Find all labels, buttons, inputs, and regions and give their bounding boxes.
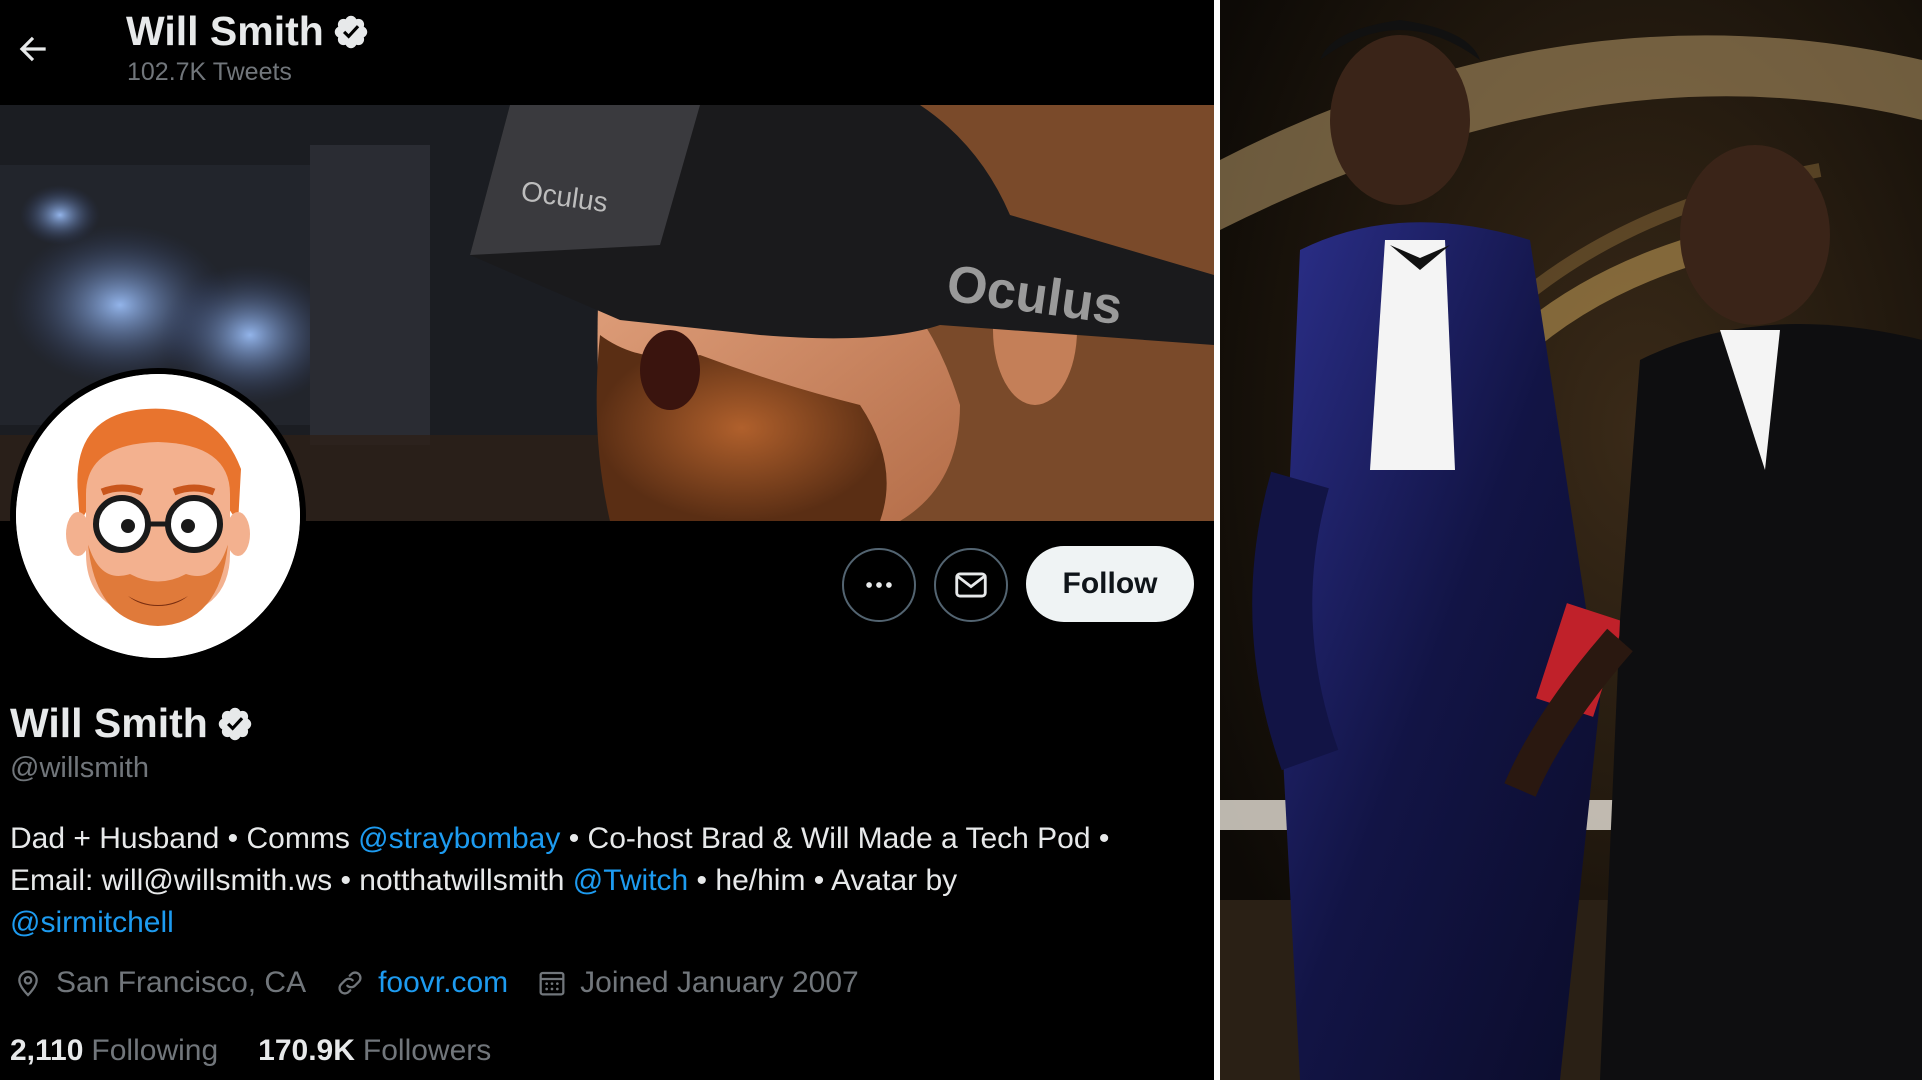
mention-link-straybombay[interactable]: @straybombay [358, 822, 560, 855]
profile-name: Will Smith [10, 700, 254, 747]
location-pin-icon [18, 970, 38, 997]
arrow-left-icon[interactable] [14, 30, 52, 68]
bio-line-3: @sirmitchell [10, 902, 1200, 944]
joined-item: Joined January 2007 [536, 966, 859, 1000]
avatar[interactable] [10, 368, 306, 664]
header-name: Will Smith [126, 8, 324, 54]
profile-meta: San Francisco, CA foovr.com Joined Janua… [12, 966, 887, 1000]
bio-text: Dad + Husband • Comms [10, 822, 359, 855]
follow-button[interactable]: Follow [1026, 546, 1194, 622]
event-photo [1220, 0, 1922, 1080]
twitter-profile-panel: Will Smith 102.7K Tweets Oculus Oculus F… [0, 0, 1214, 1080]
mention-link-twitch[interactable]: @Twitch [573, 864, 688, 897]
message-button[interactable] [934, 548, 1008, 622]
more-horizontal-icon [866, 582, 892, 588]
bio-text: • Co-host Brad & Will Made a Tech Pod • [560, 822, 1110, 855]
profile-display-name: Will Smith [10, 700, 208, 746]
location-item: San Francisco, CA [12, 966, 306, 1000]
link-icon [338, 971, 362, 995]
joined-text: Joined January 2007 [580, 966, 859, 999]
bio-line-1: Dad + Husband • Comms @straybombay • Co-… [10, 818, 1200, 860]
bio-text: Email: will@willsmith.ws • notthatwillsm… [10, 864, 573, 897]
followers-stat[interactable]: 170.9K Followers [258, 1034, 491, 1068]
bio-line-2: Email: will@willsmith.ws • notthatwillsm… [10, 860, 1200, 902]
website-link[interactable]: foovr.com [378, 966, 508, 1000]
calendar-icon [539, 971, 565, 996]
more-options-button[interactable] [842, 548, 916, 622]
tweet-count: 102.7K Tweets [127, 58, 292, 86]
stage-photo-image [1220, 0, 1922, 1080]
followers-count: 170.9K [258, 1034, 355, 1067]
profile-handle: @willsmith [10, 752, 149, 784]
cartoon-avatar-icon [16, 374, 300, 658]
mention-link-sirmitchell[interactable]: @sirmitchell [10, 906, 174, 939]
following-stat[interactable]: 2,110 Following [10, 1034, 218, 1068]
following-count: 2,110 [10, 1034, 84, 1067]
profile-bio: Dad + Husband • Comms @straybombay • Co-… [10, 818, 1200, 944]
follow-stats: 2,110 Following 170.9K Followers [10, 1034, 531, 1068]
verified-badge-icon [218, 707, 252, 740]
location-text: San Francisco, CA [56, 966, 307, 999]
following-label: Following [91, 1034, 219, 1067]
top-bar: Will Smith 102.7K Tweets [0, 0, 1214, 105]
bio-text: • he/him • Avatar by [688, 864, 958, 897]
header-title: Will Smith [126, 8, 370, 55]
website-item: foovr.com [334, 966, 508, 1000]
verified-badge-icon [334, 15, 368, 48]
followers-label: Followers [362, 1034, 492, 1067]
envelope-icon [955, 572, 987, 598]
